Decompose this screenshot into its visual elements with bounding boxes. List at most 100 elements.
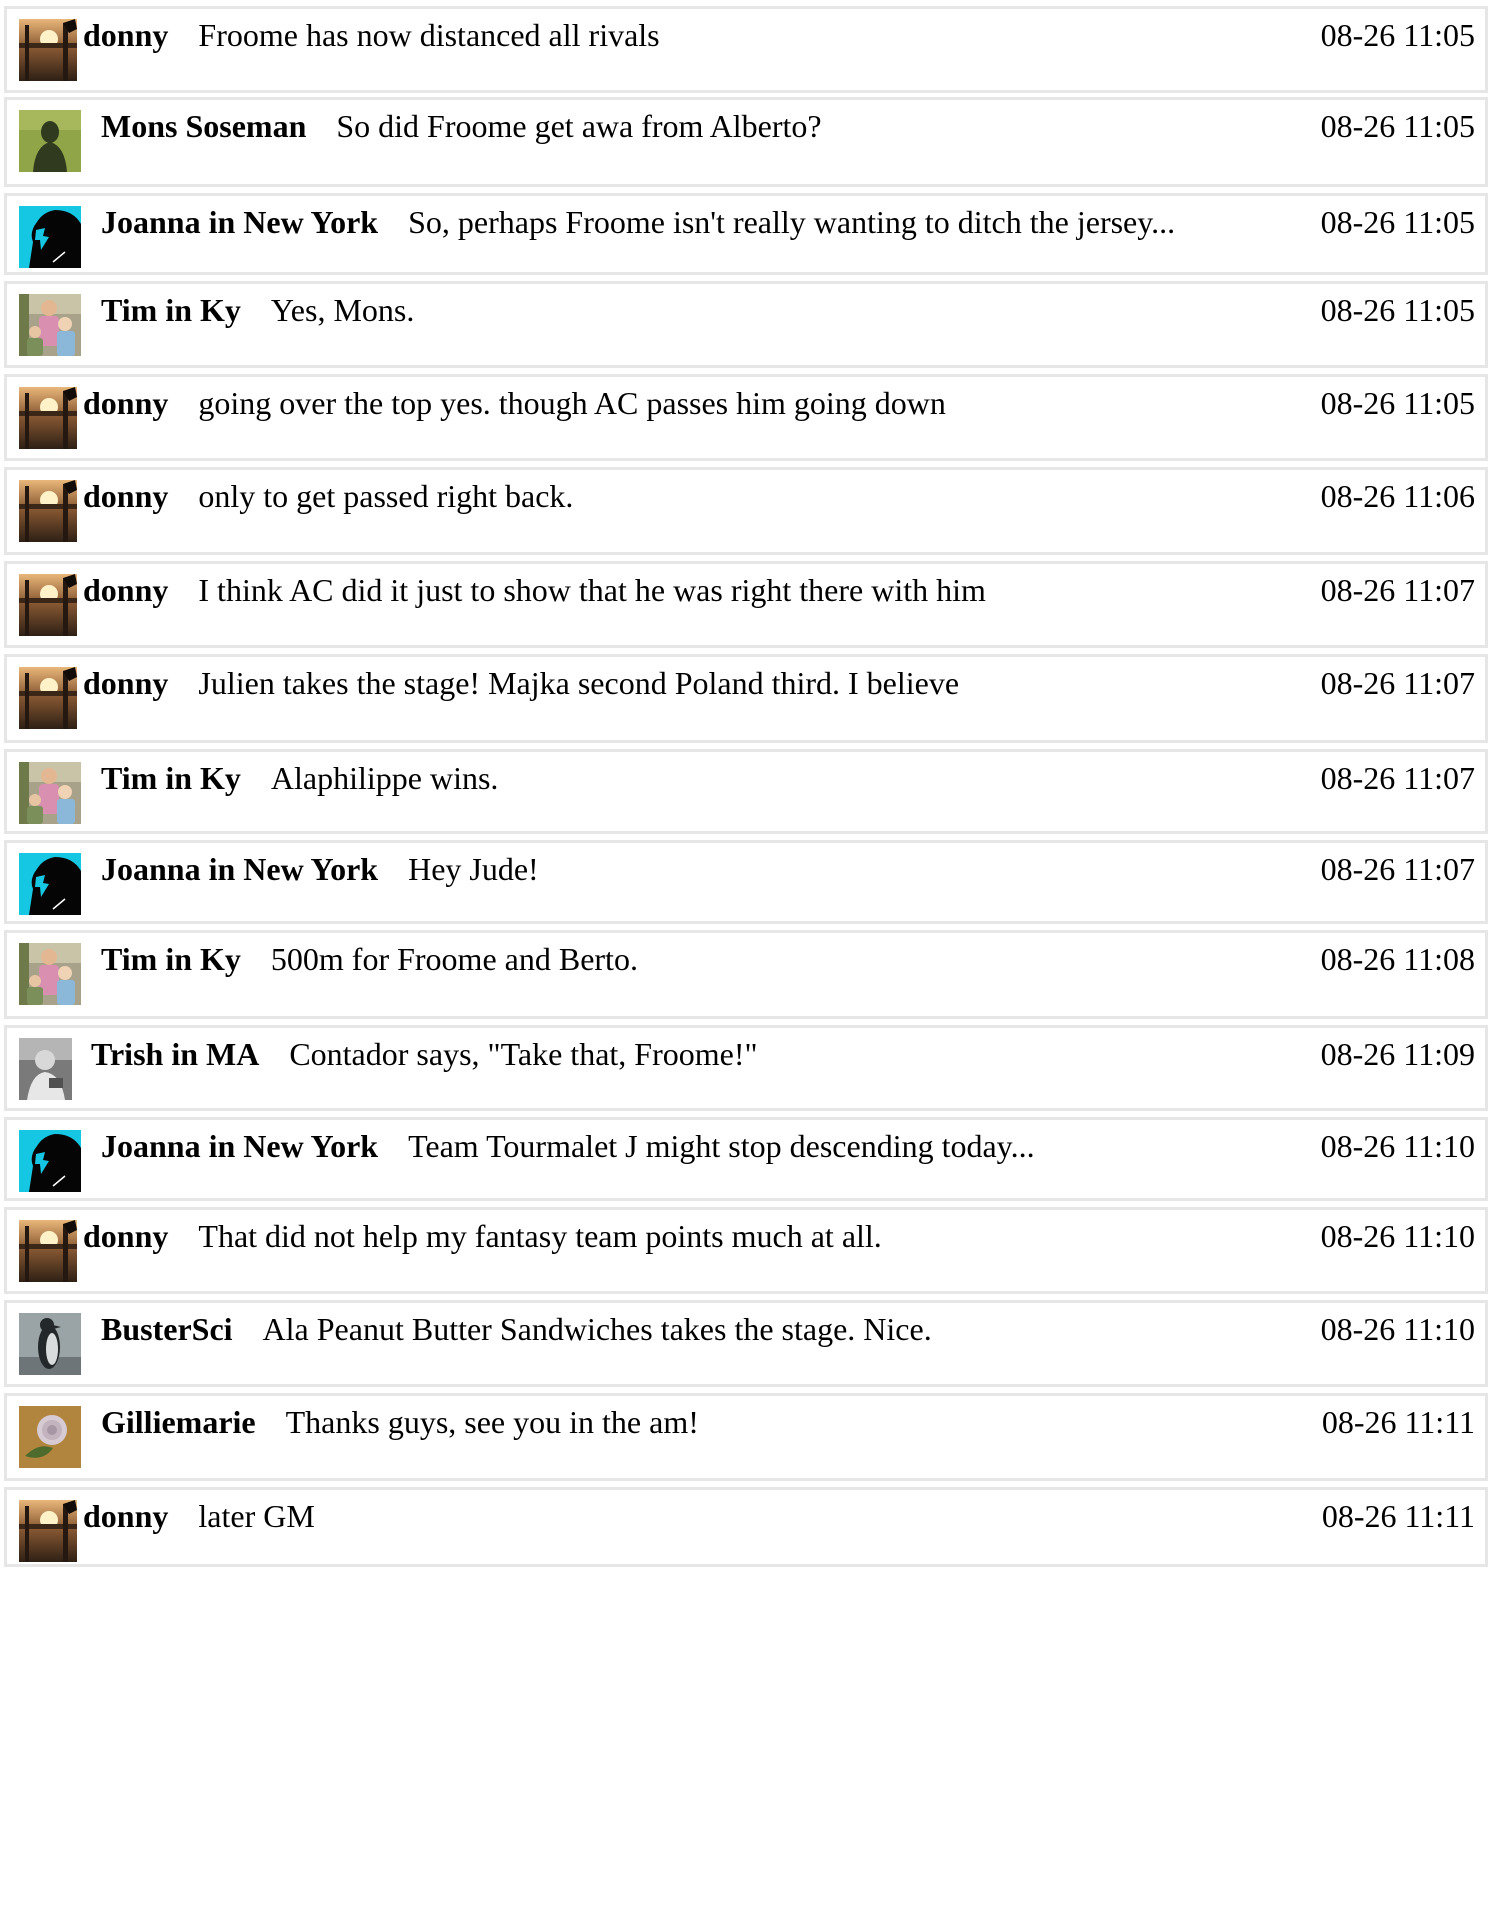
chat-message: Tim in Ky Alaphilippe wins. 08-26 11:07 (4, 749, 1488, 834)
author-name[interactable]: Joanna in New York (101, 1128, 378, 1164)
chat-message: donny going over the top yes. though AC p… (4, 374, 1488, 461)
avatar[interactable] (19, 1313, 81, 1375)
chat-message: Joanna in New York So, perhaps Froome isn… (4, 193, 1488, 275)
chat-message: BusterSci Ala Peanut Butter Sandwiches ta… (4, 1300, 1488, 1387)
message-timestamp: 08-26 11:07 (1320, 760, 1475, 796)
author-name[interactable]: donny (83, 385, 168, 421)
avatar[interactable] (19, 574, 77, 636)
message-timestamp: 08-26 11:05 (1320, 292, 1475, 328)
author-name[interactable]: Trish in MA (91, 1036, 259, 1072)
author-name[interactable]: donny (83, 17, 168, 53)
message-timestamp: 08-26 11:10 (1320, 1128, 1475, 1164)
message-line: BusterSci Ala Peanut Butter Sandwiches ta… (101, 1309, 932, 1349)
message-text: That did not help my fantasy team points… (198, 1218, 882, 1254)
author-name[interactable]: Gilliemarie (101, 1404, 256, 1440)
message-text: So, perhaps Froome isn't really wanting … (408, 204, 1176, 240)
message-line: Tim in Ky 500m for Froome and Berto. (101, 939, 638, 979)
chat-message: Trish in MA Contador says, "Take that, Fr… (4, 1025, 1488, 1111)
author-name[interactable]: donny (83, 1498, 168, 1534)
message-line: Mons Soseman So did Froome get awa from A… (101, 106, 822, 146)
avatar[interactable] (19, 387, 77, 449)
author-name[interactable]: donny (83, 665, 168, 701)
message-line: Joanna in New York Hey Jude! (101, 849, 539, 889)
message-line: Trish in MA Contador says, "Take that, Fr… (91, 1034, 758, 1074)
message-line: Gilliemarie Thanks guys, see you in the a… (101, 1402, 699, 1442)
message-timestamp: 08-26 11:05 (1320, 204, 1475, 240)
author-name[interactable]: BusterSci (101, 1311, 233, 1347)
message-text: I think AC did it just to show that he w… (198, 572, 986, 608)
message-line: donny Froome has now distanced all rivals (83, 15, 660, 55)
avatar[interactable] (19, 853, 81, 915)
chat-message: donny only to get passed right back. 08-26… (4, 467, 1488, 555)
message-line: donny Julien takes the stage! Majka secon… (83, 663, 959, 703)
avatar[interactable] (19, 1220, 77, 1282)
message-timestamp: 08-26 11:11 (1321, 1498, 1475, 1534)
avatar[interactable] (19, 294, 81, 356)
message-timestamp: 08-26 11:10 (1320, 1311, 1475, 1347)
message-timestamp: 08-26 11:05 (1320, 17, 1475, 53)
message-text: later GM (198, 1498, 315, 1534)
message-timestamp: 08-26 11:07 (1320, 851, 1475, 887)
message-timestamp: 08-26 11:07 (1320, 572, 1475, 608)
message-line: Tim in Ky Yes, Mons. (101, 290, 414, 330)
message-text: Julien takes the stage! Majka second Pol… (198, 665, 960, 701)
chat-message: donny Froome has now distanced all rivals… (4, 6, 1488, 93)
message-text: only to get passed right back. (198, 478, 574, 514)
message-text: So did Froome get awa from Alberto? (336, 108, 822, 144)
message-text: Ala Peanut Butter Sandwiches takes the s… (262, 1311, 932, 1347)
message-line: donny only to get passed right back. (83, 476, 573, 516)
message-line: donny going over the top yes. though AC p… (83, 383, 946, 423)
message-timestamp: 08-26 11:10 (1320, 1218, 1475, 1254)
message-timestamp: 08-26 11:09 (1320, 1036, 1475, 1072)
chat-message: donny That did not help my fantasy team p… (4, 1207, 1488, 1294)
author-name[interactable]: Tim in Ky (101, 760, 241, 796)
avatar[interactable] (19, 1038, 72, 1100)
author-name[interactable]: Joanna in New York (101, 204, 378, 240)
message-line: donny I think AC did it just to show that… (83, 570, 986, 610)
chat-message: Tim in Ky Yes, Mons. 08-26 11:05 (4, 281, 1488, 368)
avatar[interactable] (19, 206, 81, 268)
message-text: going over the top yes. though AC passes… (198, 385, 946, 421)
message-timestamp: 08-26 11:07 (1320, 665, 1475, 701)
message-text: Froome has now distanced all rivals (198, 17, 660, 53)
message-line: Joanna in New York So, perhaps Froome isn… (101, 202, 1175, 242)
avatar[interactable] (19, 1500, 77, 1562)
chat-message: Gilliemarie Thanks guys, see you in the a… (4, 1393, 1488, 1481)
message-timestamp: 08-26 11:08 (1320, 941, 1475, 977)
chat-message: donny Julien takes the stage! Majka secon… (4, 654, 1488, 743)
author-name[interactable]: Tim in Ky (101, 941, 241, 977)
chat-message: Joanna in New York Team Tourmalet J might… (4, 1117, 1488, 1201)
chat-message: Joanna in New York Hey Jude! 08-26 11:07 (4, 840, 1488, 924)
author-name[interactable]: donny (83, 572, 168, 608)
author-name[interactable]: Joanna in New York (101, 851, 378, 887)
message-line: donny later GM (83, 1496, 315, 1536)
author-name[interactable]: donny (83, 478, 168, 514)
avatar[interactable] (19, 762, 81, 824)
chat-message: donny I think AC did it just to show that… (4, 561, 1488, 648)
message-timestamp: 08-26 11:05 (1320, 108, 1475, 144)
message-text: Hey Jude! (408, 851, 539, 887)
avatar[interactable] (19, 1406, 81, 1468)
author-name[interactable]: donny (83, 1218, 168, 1254)
avatar[interactable] (19, 19, 77, 81)
avatar[interactable] (19, 1130, 81, 1192)
message-text: Yes, Mons. (270, 292, 415, 328)
message-timestamp: 08-26 11:05 (1320, 385, 1475, 421)
avatar[interactable] (19, 480, 77, 542)
message-timestamp: 08-26 11:06 (1320, 478, 1475, 514)
chat-message: Tim in Ky 500m for Froome and Berto. 08-26… (4, 930, 1488, 1019)
message-line: Joanna in New York Team Tourmalet J might… (101, 1126, 1035, 1166)
message-line: donny That did not help my fantasy team p… (83, 1216, 882, 1256)
message-text: Thanks guys, see you in the am! (285, 1404, 699, 1440)
message-text: Contador says, "Take that, Froome!" (289, 1036, 758, 1072)
author-name[interactable]: Mons Soseman (101, 108, 306, 144)
avatar[interactable] (19, 943, 81, 1005)
author-name[interactable]: Tim in Ky (101, 292, 241, 328)
message-text: 500m for Froome and Berto. (270, 941, 638, 977)
chat-message: Mons Soseman So did Froome get awa from A… (4, 97, 1488, 187)
avatar[interactable] (19, 110, 81, 172)
message-text: Alaphilippe wins. (270, 760, 499, 796)
message-timestamp: 08-26 11:11 (1321, 1404, 1475, 1440)
message-text: Team Tourmalet J might stop descending t… (408, 1128, 1035, 1164)
avatar[interactable] (19, 667, 77, 729)
